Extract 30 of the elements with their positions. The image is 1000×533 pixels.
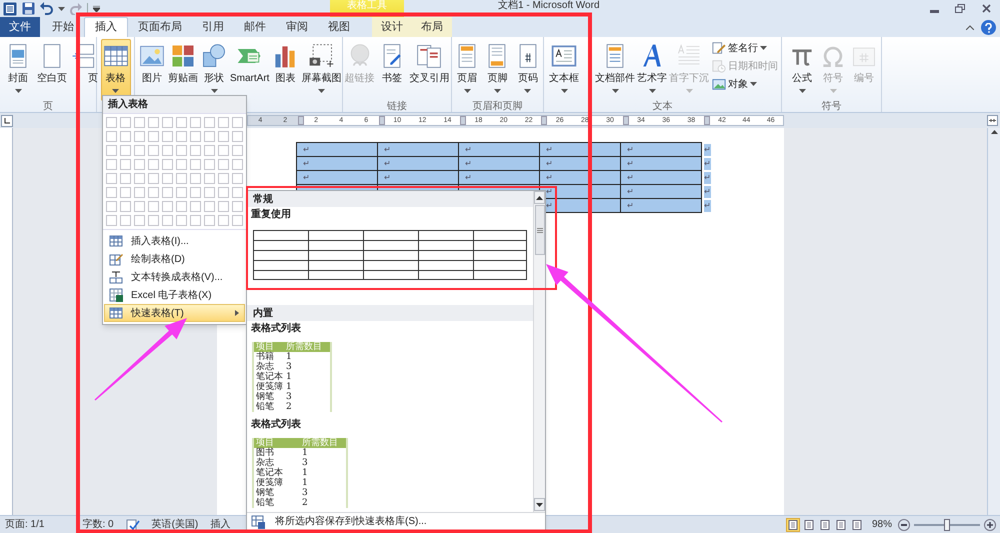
- end-of-row-mark: ↵: [704, 200, 711, 212]
- group-label: 文本: [652, 101, 672, 113]
- table-cell: ↵: [296, 156, 378, 171]
- table-cell: ↵: [620, 170, 702, 185]
- group-label: 页眉和页脚: [472, 101, 522, 113]
- table-cell: ↵: [620, 198, 702, 213]
- table-cell: ↵: [296, 142, 378, 157]
- end-of-row-mark: ↵: [704, 186, 711, 198]
- end-of-row-mark: ↵: [704, 144, 711, 156]
- group-label: 符号: [822, 101, 842, 113]
- table-cell: ↵: [377, 142, 459, 157]
- table-cell: ↵: [458, 170, 540, 185]
- menu-header: 插入表格: [103, 96, 246, 114]
- end-of-row-mark: ↵: [704, 158, 711, 170]
- table-cell: ↵: [458, 142, 540, 157]
- end-of-row-mark: ↵: [704, 172, 711, 184]
- gallery-section-header: 内置: [247, 305, 533, 321]
- group-label: 页: [43, 101, 53, 113]
- table-cell: ↵: [377, 156, 459, 171]
- group-label: 链接: [387, 101, 407, 113]
- table-cell: ↵: [296, 170, 378, 185]
- gallery-section-header: 常规: [247, 191, 533, 207]
- table-cell: ↵: [377, 170, 459, 185]
- table-cell: ↵: [620, 184, 702, 199]
- table-cell: ↵: [458, 156, 540, 171]
- gallery-item-title: 表格式列表: [250, 418, 302, 432]
- table-cell: ↵: [620, 156, 702, 171]
- gallery-item-title: 重复使用: [250, 208, 292, 222]
- gallery-item-title: 表格式列表: [250, 322, 302, 336]
- table-cell: ↵: [620, 142, 702, 157]
